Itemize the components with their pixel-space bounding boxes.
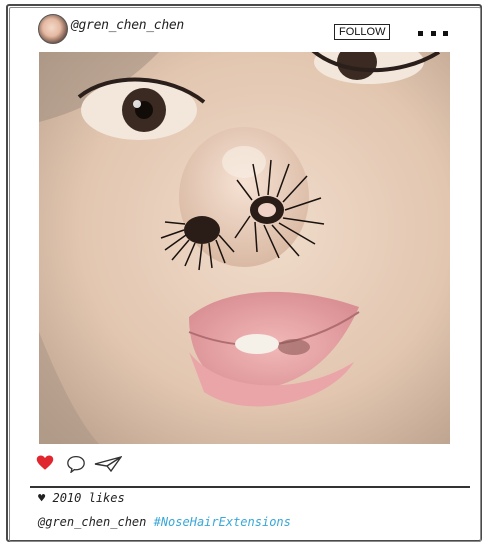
likes-text: 2010 likes <box>52 491 125 505</box>
hashtag-link[interactable]: #NoseHairExtensions <box>154 515 291 529</box>
face-illustration <box>39 52 450 444</box>
avatar[interactable] <box>38 14 68 44</box>
likes-count[interactable]: ♥ 2010 likes <box>38 491 125 505</box>
small-heart-icon: ♥ <box>38 491 46 505</box>
more-options-icon[interactable] <box>418 31 448 37</box>
username-link[interactable]: @gren_chen_chen <box>71 18 184 33</box>
post-caption: @gren_chen_chen #NoseHairExtensions <box>38 515 291 529</box>
paper-plane-icon[interactable] <box>94 456 122 472</box>
speech-bubble-icon[interactable] <box>66 455 86 473</box>
follow-button[interactable]: FOLLOW <box>334 24 391 40</box>
post-actions <box>36 454 156 478</box>
post-header: @gren_chen_chen FOLLOW <box>38 14 448 46</box>
post-photo[interactable] <box>39 52 450 444</box>
heart-icon[interactable] <box>36 454 54 472</box>
caption-username[interactable]: @gren_chen_chen <box>38 515 146 529</box>
divider <box>30 486 470 488</box>
